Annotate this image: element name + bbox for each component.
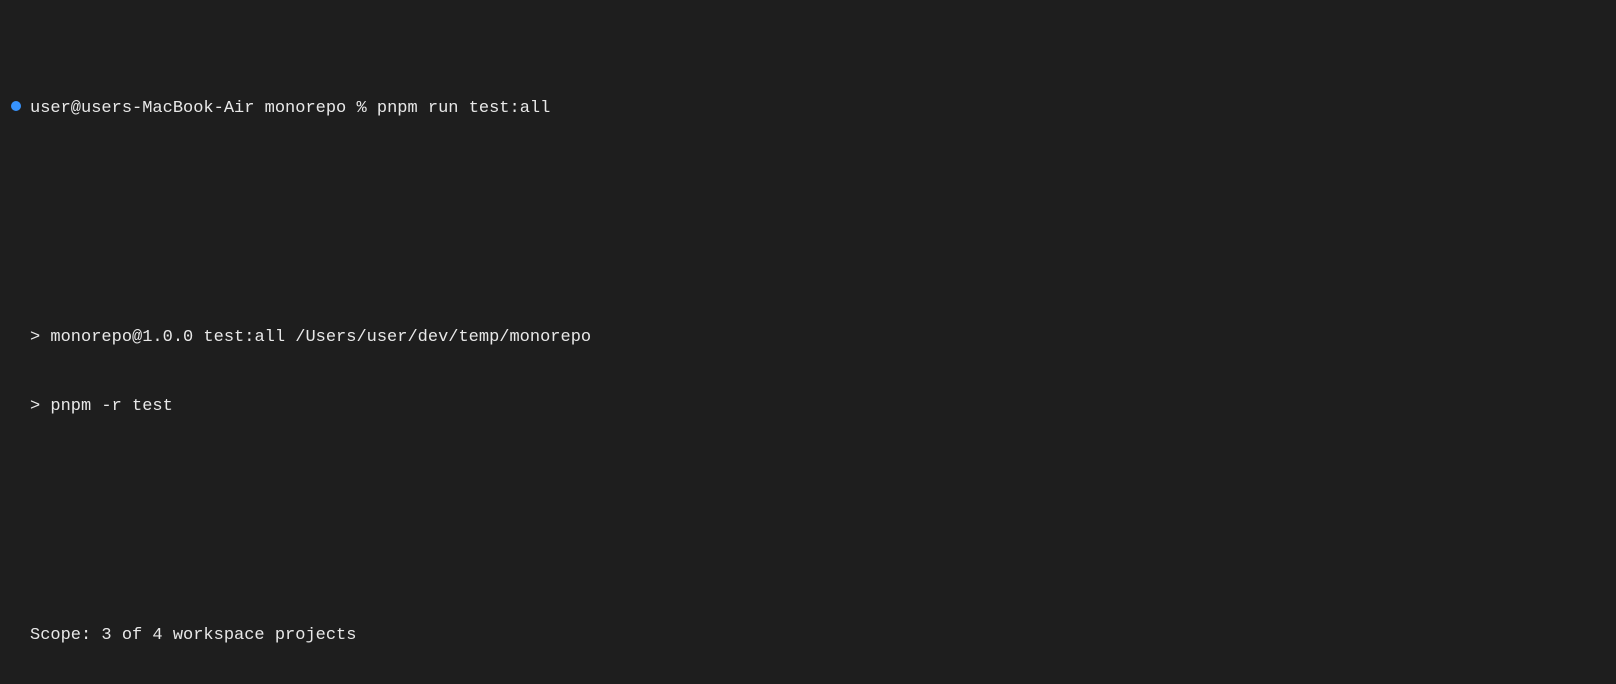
scope-text: Scope: 3 of 4 workspace projects bbox=[30, 625, 356, 648]
scope-line: Scope: 3 of 4 workspace projects bbox=[10, 625, 1608, 648]
chevron-right-icon: > bbox=[30, 397, 40, 416]
prompt-line: user@users-MacBook-Air monorepo % pnpm r… bbox=[10, 98, 1608, 121]
chevron-right-icon: > bbox=[30, 328, 40, 347]
blank-line bbox=[10, 511, 1608, 534]
prompt-user: user@users-MacBook-Air bbox=[30, 99, 254, 118]
terminal-output[interactable]: user@users-MacBook-Air monorepo % pnpm r… bbox=[0, 0, 1616, 684]
prompt-command: pnpm run test:all bbox=[377, 99, 550, 118]
script-cmd: pnpm -r test bbox=[50, 397, 172, 416]
blank-line bbox=[10, 212, 1608, 235]
prompt-cwd: monorepo bbox=[265, 99, 347, 118]
prompt-symbol: % bbox=[356, 99, 366, 118]
prompt-status-icon bbox=[11, 101, 21, 111]
script-header: > monorepo@1.0.0 test:all /Users/user/de… bbox=[10, 327, 1608, 350]
script-id: monorepo@1.0.0 test:all /Users/user/dev/… bbox=[50, 328, 591, 347]
script-command: > pnpm -r test bbox=[10, 396, 1608, 419]
